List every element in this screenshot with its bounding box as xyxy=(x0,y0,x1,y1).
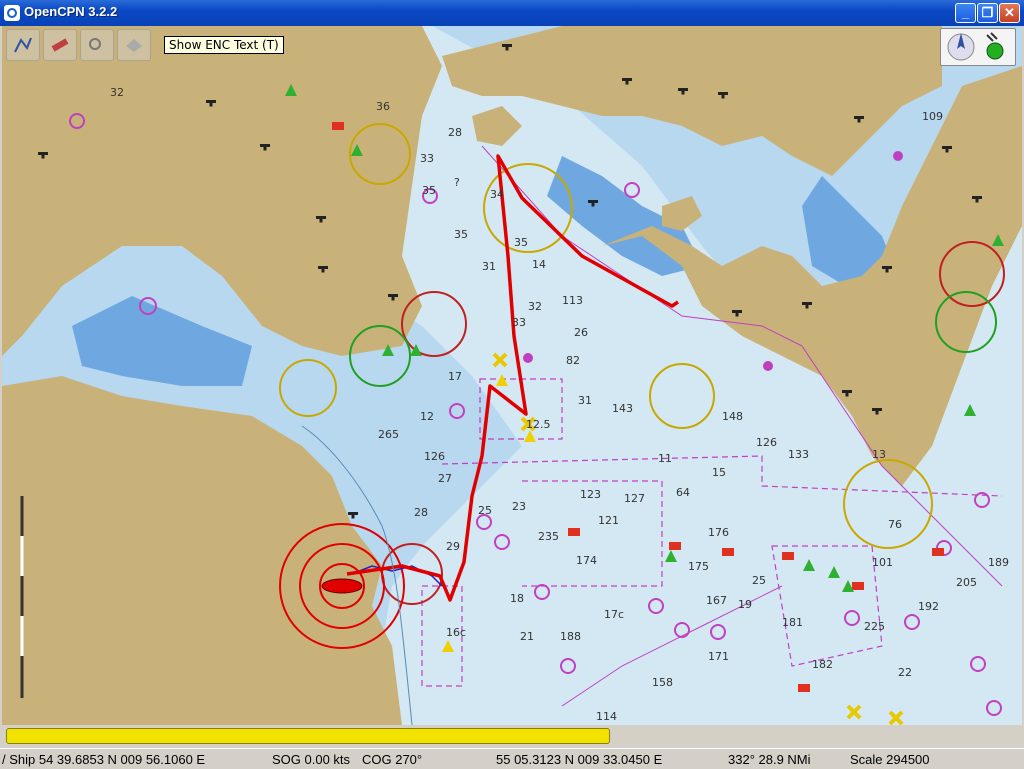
depth-label: 16c xyxy=(446,626,466,639)
depth-label: 13 xyxy=(872,448,886,461)
depth-label: 121 xyxy=(598,514,619,527)
depth-label: 181 xyxy=(782,616,803,629)
depth-label: 101 xyxy=(872,556,893,569)
depth-label: 25 xyxy=(752,574,766,587)
depth-label: 189 xyxy=(988,556,1009,569)
north-arrow-icon xyxy=(947,32,1004,61)
close-button[interactable]: ✕ xyxy=(999,3,1020,23)
layers-icon xyxy=(126,39,142,52)
ruler-icon-button[interactable] xyxy=(43,29,77,61)
depth-label: 14 xyxy=(532,258,546,271)
depth-label: 27 xyxy=(438,472,452,485)
depth-label: 182 xyxy=(812,658,833,671)
maximize-button[interactable]: ❐ xyxy=(977,3,998,23)
depth-label: 31 xyxy=(482,260,496,273)
depth-label: 82 xyxy=(566,354,580,367)
ship-position: / Ship 54 39.6853 N 009 56.1060 E xyxy=(2,752,206,767)
depth-label: 21 xyxy=(520,630,534,643)
depth-label: 158 xyxy=(652,676,673,689)
depth-label: 11 xyxy=(658,452,672,465)
opencpn-app-icon xyxy=(4,5,20,21)
ruler-icon xyxy=(51,38,69,52)
depth-label: 235 xyxy=(538,530,559,543)
zoom-icon xyxy=(89,38,101,50)
depth-label: 113 xyxy=(562,294,583,307)
route-icon xyxy=(14,37,32,53)
sog-readout: SOG 0.00 kts xyxy=(272,752,351,767)
depth-label: 12.5 xyxy=(526,418,551,431)
window-title: OpenCPN 3.2.2 xyxy=(24,4,118,19)
progress-track xyxy=(6,728,1018,744)
depth-label: 188 xyxy=(560,630,581,643)
depth-label: 205 xyxy=(956,576,977,589)
depth-label: 192 xyxy=(918,600,939,613)
depth-label: ? xyxy=(454,176,460,189)
chart-svg[interactable]: 32 36 33 35 28 ? 35 31 34 35 14 32 33 26… xyxy=(2,26,1022,725)
progress-area xyxy=(2,725,1022,748)
depth-label: 143 xyxy=(612,402,633,415)
cursor-position: 55 05.3123 N 009 33.0450 E xyxy=(496,752,663,767)
depth-label: 17 xyxy=(448,370,462,383)
depth-label: 127 xyxy=(624,492,645,505)
chart-scale: Scale 294500 xyxy=(850,752,930,767)
depth-label: 28 xyxy=(414,506,428,519)
main-toolbar xyxy=(6,29,151,63)
depth-label: 25 xyxy=(478,504,492,517)
depth-label: 17c xyxy=(604,608,624,621)
nautical-chart-canvas[interactable]: 32 36 33 35 28 ? 35 31 34 35 14 32 33 26… xyxy=(2,26,1022,725)
route-icon-button[interactable] xyxy=(6,29,40,61)
bearing-distance: 332° 28.9 NMi xyxy=(728,752,811,767)
depth-label: 33 xyxy=(420,152,434,165)
status-bar: / Ship 54 39.6853 N 009 56.1060 E SOG 0.… xyxy=(0,748,1024,769)
depth-label: 123 xyxy=(580,488,601,501)
toolbar-tooltip: Show ENC Text (T) xyxy=(164,36,284,54)
depth-label: 76 xyxy=(888,518,902,531)
depth-label: 23 xyxy=(512,500,526,513)
cog-readout: COG 270° xyxy=(362,752,423,767)
depth-label: 19 xyxy=(738,598,752,611)
depth-label: 174 xyxy=(576,554,597,567)
small-island xyxy=(472,106,522,146)
depth-label: 167 xyxy=(706,594,727,607)
depth-label: 109 xyxy=(922,110,943,123)
depth-label: 126 xyxy=(424,450,445,463)
depth-label: 35 xyxy=(422,184,436,197)
depth-label: 33 xyxy=(512,316,526,329)
layers-icon-button[interactable] xyxy=(117,29,151,61)
ownship-icon[interactable] xyxy=(321,578,363,594)
depth-label: 114 xyxy=(596,710,617,723)
depth-label: 148 xyxy=(722,410,743,423)
depth-label: 35 xyxy=(454,228,468,241)
minimize-button[interactable]: _ xyxy=(955,3,976,23)
depth-label: 64 xyxy=(676,486,690,499)
depth-label: 133 xyxy=(788,448,809,461)
depth-label: 34 xyxy=(490,188,504,201)
depth-label: 171 xyxy=(708,650,729,663)
gps-status-icon xyxy=(986,42,1004,60)
depth-label: 126 xyxy=(756,436,777,449)
depth-label: 29 xyxy=(446,540,460,553)
depth-label: 265 xyxy=(378,428,399,441)
depth-label: 12 xyxy=(420,410,434,423)
depth-label: 225 xyxy=(864,620,885,633)
zoom-icon-button[interactable] xyxy=(80,29,114,61)
progress-fill xyxy=(6,728,611,744)
depth-label: 26 xyxy=(574,326,588,339)
depth-label: 175 xyxy=(688,560,709,573)
depth-label: 176 xyxy=(708,526,729,539)
depth-label: 22 xyxy=(898,666,912,679)
depth-label: 31 xyxy=(578,394,592,407)
compass-widget[interactable] xyxy=(940,28,1016,66)
depth-label: 35 xyxy=(514,236,528,249)
title-bar: OpenCPN 3.2.2 _ ❐ ✕ xyxy=(0,0,1024,26)
depth-label: 18 xyxy=(510,592,524,605)
depth-label: 32 xyxy=(110,86,124,99)
depth-label: 28 xyxy=(448,126,462,139)
depth-label: 36 xyxy=(376,100,390,113)
depth-label: 32 xyxy=(528,300,542,313)
depth-label: 15 xyxy=(712,466,726,479)
